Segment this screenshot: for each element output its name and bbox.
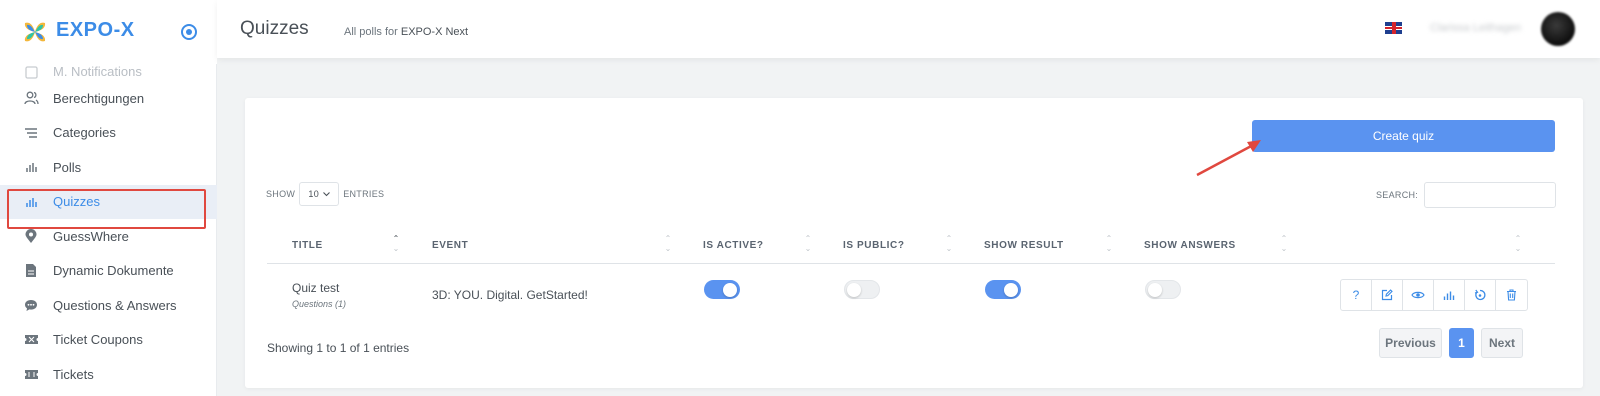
page-subtitle-prefix: All polls for bbox=[344, 26, 398, 38]
delete-button[interactable] bbox=[1496, 280, 1527, 310]
chat-icon bbox=[23, 297, 39, 313]
sidebar-item-quizzes[interactable]: Quizzes bbox=[0, 184, 217, 219]
sort-icon[interactable]: ⌃ ⌄ bbox=[944, 234, 954, 256]
row-actions: ? bbox=[1340, 279, 1528, 311]
column-header-event[interactable]: EVENT bbox=[432, 226, 468, 264]
document-icon bbox=[23, 263, 39, 279]
table-header: TITLE ⌃ ⌄ EVENT ⌃ ⌄ IS ACTIVE? ⌃ ⌄ IS PUBLI… bbox=[267, 226, 1555, 264]
quiz-title-cell: Quiz test Questions (1) bbox=[292, 264, 346, 326]
search-input[interactable] bbox=[1424, 182, 1557, 208]
view-button[interactable] bbox=[1403, 280, 1434, 310]
question-icon: ? bbox=[1352, 288, 1360, 302]
search-label: SEARCH: bbox=[1376, 190, 1419, 200]
next-page-button[interactable]: Next bbox=[1481, 328, 1523, 358]
results-button[interactable] bbox=[1434, 280, 1465, 310]
chevron-down-icon bbox=[323, 189, 330, 199]
sidebar-item-berechtigungen[interactable]: Berechtigungen bbox=[0, 81, 217, 116]
sort-icon[interactable]: ⌃ ⌄ bbox=[803, 234, 813, 256]
sidebar-item-label: GuessWhere bbox=[53, 228, 129, 244]
avatar[interactable] bbox=[1541, 12, 1575, 46]
entries-label: ENTRIES bbox=[343, 189, 385, 199]
sidebar-item-guesswhere[interactable]: GuessWhere bbox=[0, 219, 217, 254]
sidebar-item-label: Ticket Coupons bbox=[53, 332, 143, 348]
sidebar-item-label: M. Notifications bbox=[53, 64, 142, 79]
pagination: Previous 1 Next bbox=[1379, 328, 1523, 358]
search-control: SEARCH: bbox=[1376, 182, 1557, 208]
reset-icon bbox=[1474, 289, 1486, 301]
page-size-control: SHOW 10 ENTRIES bbox=[266, 182, 384, 206]
uk-flag-icon[interactable] bbox=[1385, 22, 1402, 34]
is-active-toggle[interactable] bbox=[704, 280, 740, 299]
brand: EXPO-X bbox=[0, 0, 217, 64]
page-size-select[interactable]: 10 bbox=[299, 182, 340, 206]
column-header-is-active[interactable]: IS ACTIVE? bbox=[703, 226, 764, 264]
sidebar-item-dynamic-dokumente[interactable]: Dynamic Dokumente bbox=[0, 254, 217, 289]
sort-icon[interactable]: ⌃ ⌄ bbox=[1104, 234, 1114, 256]
sidebar-item-notifications[interactable]: M. Notifications bbox=[0, 64, 217, 81]
quiz-event: 3D: YOU. Digital. GetStarted! bbox=[432, 288, 588, 302]
table-row: Quiz test Questions (1) 3D: YOU. Digital… bbox=[267, 264, 1555, 326]
sidebar-item-label: Polls bbox=[53, 159, 82, 175]
bar-chart-icon bbox=[1443, 291, 1455, 300]
sidebar-item-label: Categories bbox=[53, 125, 116, 141]
questions-button[interactable]: ? bbox=[1341, 280, 1372, 310]
sort-icon[interactable]: ⌃ ⌄ bbox=[1513, 234, 1523, 256]
ticket-icon bbox=[23, 366, 39, 382]
sidebar: EXPO-X M. Notifications Berechtigungen C… bbox=[0, 0, 217, 396]
sidebar-item-label: Berechtigungen bbox=[53, 90, 145, 106]
create-quiz-button[interactable]: Create quiz bbox=[1252, 120, 1555, 152]
bar-chart-icon bbox=[23, 194, 39, 210]
sidebar-nav: M. Notifications Berechtigungen Categori… bbox=[0, 64, 217, 392]
column-header-show-answers[interactable]: SHOW ANSWERS bbox=[1144, 226, 1236, 264]
trash-icon bbox=[1507, 289, 1516, 301]
page-size-value: 10 bbox=[308, 189, 320, 199]
previous-page-button[interactable]: Previous bbox=[1379, 328, 1442, 358]
page-subtitle: All polls for EXPO-X Next bbox=[344, 26, 468, 38]
sidebar-item-polls[interactable]: Polls bbox=[0, 150, 217, 185]
page-title: Quizzes bbox=[240, 18, 309, 39]
quiz-title: Quiz test bbox=[292, 281, 340, 295]
sidebar-item-label: Quizzes bbox=[53, 194, 100, 210]
sidebar-item-label: Dynamic Dokumente bbox=[53, 263, 174, 279]
topbar: Quizzes All polls for EXPO-X Next Claris… bbox=[217, 0, 1600, 58]
sidebar-item-label: Questions & Answers bbox=[53, 297, 177, 313]
users-icon bbox=[23, 90, 39, 106]
column-header-show-result[interactable]: SHOW RESULT bbox=[984, 226, 1064, 264]
notification-icon bbox=[23, 64, 39, 80]
ticket-icon bbox=[23, 332, 39, 348]
bar-chart-icon bbox=[23, 159, 39, 175]
sidebar-item-questions-answers[interactable]: Questions & Answers bbox=[0, 288, 217, 323]
table-info: Showing 1 to 1 of 1 entries bbox=[267, 341, 410, 355]
brand-name: EXPO-X bbox=[56, 19, 135, 41]
sidebar-item-ticket-coupons[interactable]: Ticket Coupons bbox=[0, 323, 217, 358]
show-result-toggle[interactable] bbox=[985, 280, 1021, 299]
list-icon bbox=[23, 125, 39, 141]
show-answers-toggle[interactable] bbox=[1145, 280, 1181, 299]
map-pin-icon bbox=[23, 228, 39, 244]
expo-x-logo-icon bbox=[24, 22, 46, 42]
user-name[interactable]: Clarissa Leithagen bbox=[1430, 22, 1526, 36]
eye-icon bbox=[1411, 291, 1425, 299]
page-1-button[interactable]: 1 bbox=[1449, 328, 1474, 358]
quiz-questions-count: Questions (1) bbox=[292, 299, 347, 309]
reset-button[interactable] bbox=[1465, 280, 1496, 310]
sidebar-item-categories[interactable]: Categories bbox=[0, 116, 217, 151]
sort-icon[interactable]: ⌃ ⌄ bbox=[391, 234, 401, 256]
column-header-title[interactable]: TITLE bbox=[292, 226, 323, 264]
sort-icon[interactable]: ⌃ ⌄ bbox=[663, 234, 673, 256]
sort-icon[interactable]: ⌃ ⌄ bbox=[1279, 234, 1289, 256]
edit-icon bbox=[1381, 289, 1393, 301]
quizzes-card: Create quiz SHOW 10 ENTRIES SEARCH: TITL… bbox=[245, 98, 1583, 388]
sidebar-item-tickets[interactable]: Tickets bbox=[0, 357, 217, 392]
sidebar-toggle-icon[interactable] bbox=[181, 24, 197, 40]
page-subtitle-event: EXPO-X Next bbox=[400, 26, 469, 38]
edit-button[interactable] bbox=[1372, 280, 1403, 310]
is-public-toggle[interactable] bbox=[844, 280, 880, 299]
sidebar-item-label: Tickets bbox=[53, 366, 94, 382]
column-header-is-public[interactable]: IS PUBLIC? bbox=[843, 226, 905, 264]
show-label: SHOW bbox=[266, 189, 296, 199]
